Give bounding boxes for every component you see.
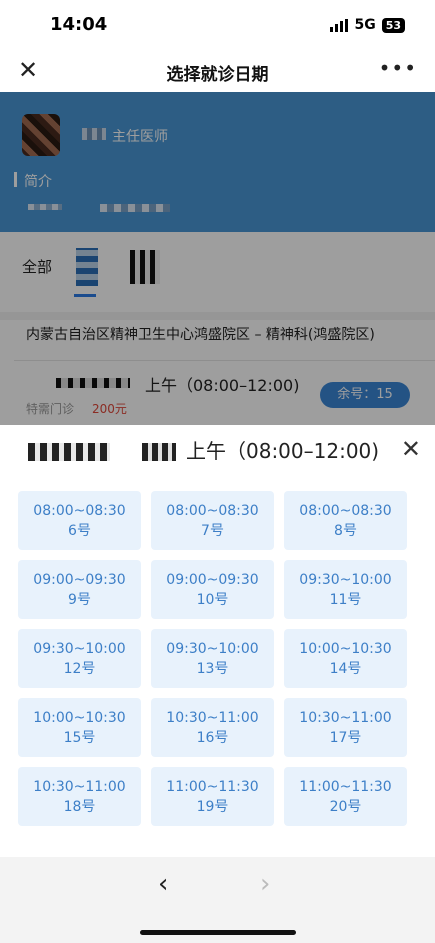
slot-number: 20号 xyxy=(329,798,362,815)
time-slot[interactable]: 11:00~11:30 19号 xyxy=(151,767,274,826)
modal-overlay[interactable] xyxy=(0,92,435,425)
slot-number: 6号 xyxy=(68,522,91,539)
time-slot[interactable]: 09:00~09:30 10号 xyxy=(151,560,274,619)
time-slot[interactable]: 10:30~11:00 17号 xyxy=(284,698,407,757)
sheet-title: 上午（08:00–12:00) xyxy=(186,439,380,463)
sheet-weekday-redacted xyxy=(142,443,176,461)
time-slot[interactable]: 09:30~10:00 12号 xyxy=(18,629,141,688)
pager: ‹ › xyxy=(0,857,435,943)
network-type: 5G xyxy=(354,17,376,33)
time-slot[interactable]: 10:30~11:00 16号 xyxy=(151,698,274,757)
slot-time: 09:00~09:30 xyxy=(166,571,259,588)
chevron-right-icon[interactable]: › xyxy=(260,869,270,899)
slot-number: 7号 xyxy=(201,522,224,539)
time-slot[interactable]: 10:30~11:00 18号 xyxy=(18,767,141,826)
slot-time: 10:30~11:00 xyxy=(299,709,392,726)
sheet-date-redacted xyxy=(28,443,110,461)
time-slot[interactable]: 10:00~10:30 15号 xyxy=(18,698,141,757)
nav-bar: ✕ 选择就诊日期 ••• xyxy=(0,50,435,92)
status-time: 14:04 xyxy=(50,14,108,35)
time-slot[interactable]: 10:00~10:30 14号 xyxy=(284,629,407,688)
slot-number: 18号 xyxy=(63,798,96,815)
slot-time: 08:00~08:30 xyxy=(299,502,392,519)
time-slot[interactable]: 08:00~08:30 6号 xyxy=(18,491,141,550)
slot-time: 09:30~10:00 xyxy=(166,640,259,657)
slot-number: 8号 xyxy=(334,522,357,539)
slot-number: 9号 xyxy=(68,591,91,608)
status-bar: 14:04 5G 53 xyxy=(0,0,435,50)
slot-time: 10:00~10:30 xyxy=(33,709,126,726)
chevron-left-icon[interactable]: ‹ xyxy=(158,869,168,899)
time-slot[interactable]: 08:00~08:30 8号 xyxy=(284,491,407,550)
slot-number: 10号 xyxy=(196,591,229,608)
slot-time: 10:00~10:30 xyxy=(299,640,392,657)
slot-number: 19号 xyxy=(196,798,229,815)
time-slot[interactable]: 11:00~11:30 20号 xyxy=(284,767,407,826)
battery-icon: 53 xyxy=(381,17,405,33)
more-icon[interactable]: ••• xyxy=(379,56,417,80)
slot-number: 12号 xyxy=(63,660,96,677)
slot-number: 17号 xyxy=(329,729,362,746)
time-slot[interactable]: 09:00~09:30 9号 xyxy=(18,560,141,619)
signal-icon xyxy=(330,18,349,32)
slot-number: 16号 xyxy=(196,729,229,746)
page-title: 选择就诊日期 xyxy=(166,65,269,85)
status-icons: 5G 53 xyxy=(330,17,405,33)
slot-time: 10:30~11:00 xyxy=(166,709,259,726)
close-icon[interactable]: ✕ xyxy=(401,435,421,463)
slot-number: 11号 xyxy=(329,591,362,608)
slot-number: 15号 xyxy=(63,729,96,746)
slot-number: 13号 xyxy=(196,660,229,677)
slot-time: 09:30~10:00 xyxy=(33,640,126,657)
slot-time: 11:00~11:30 xyxy=(299,778,392,795)
slot-time: 09:30~10:00 xyxy=(299,571,392,588)
slot-grid: 08:00~08:30 6号 08:00~08:30 7号 08:00~08:30 8… xyxy=(18,491,418,826)
home-indicator xyxy=(140,930,296,935)
slot-time: 11:00~11:30 xyxy=(166,778,259,795)
slot-time: 09:00~09:30 xyxy=(33,571,126,588)
slot-time: 08:00~08:30 xyxy=(33,502,126,519)
slot-number: 14号 xyxy=(329,660,362,677)
time-slot[interactable]: 09:30~10:00 11号 xyxy=(284,560,407,619)
slot-time: 10:30~11:00 xyxy=(33,778,126,795)
time-slot[interactable]: 09:30~10:00 13号 xyxy=(151,629,274,688)
slot-time: 08:00~08:30 xyxy=(166,502,259,519)
time-slot[interactable]: 08:00~08:30 7号 xyxy=(151,491,274,550)
